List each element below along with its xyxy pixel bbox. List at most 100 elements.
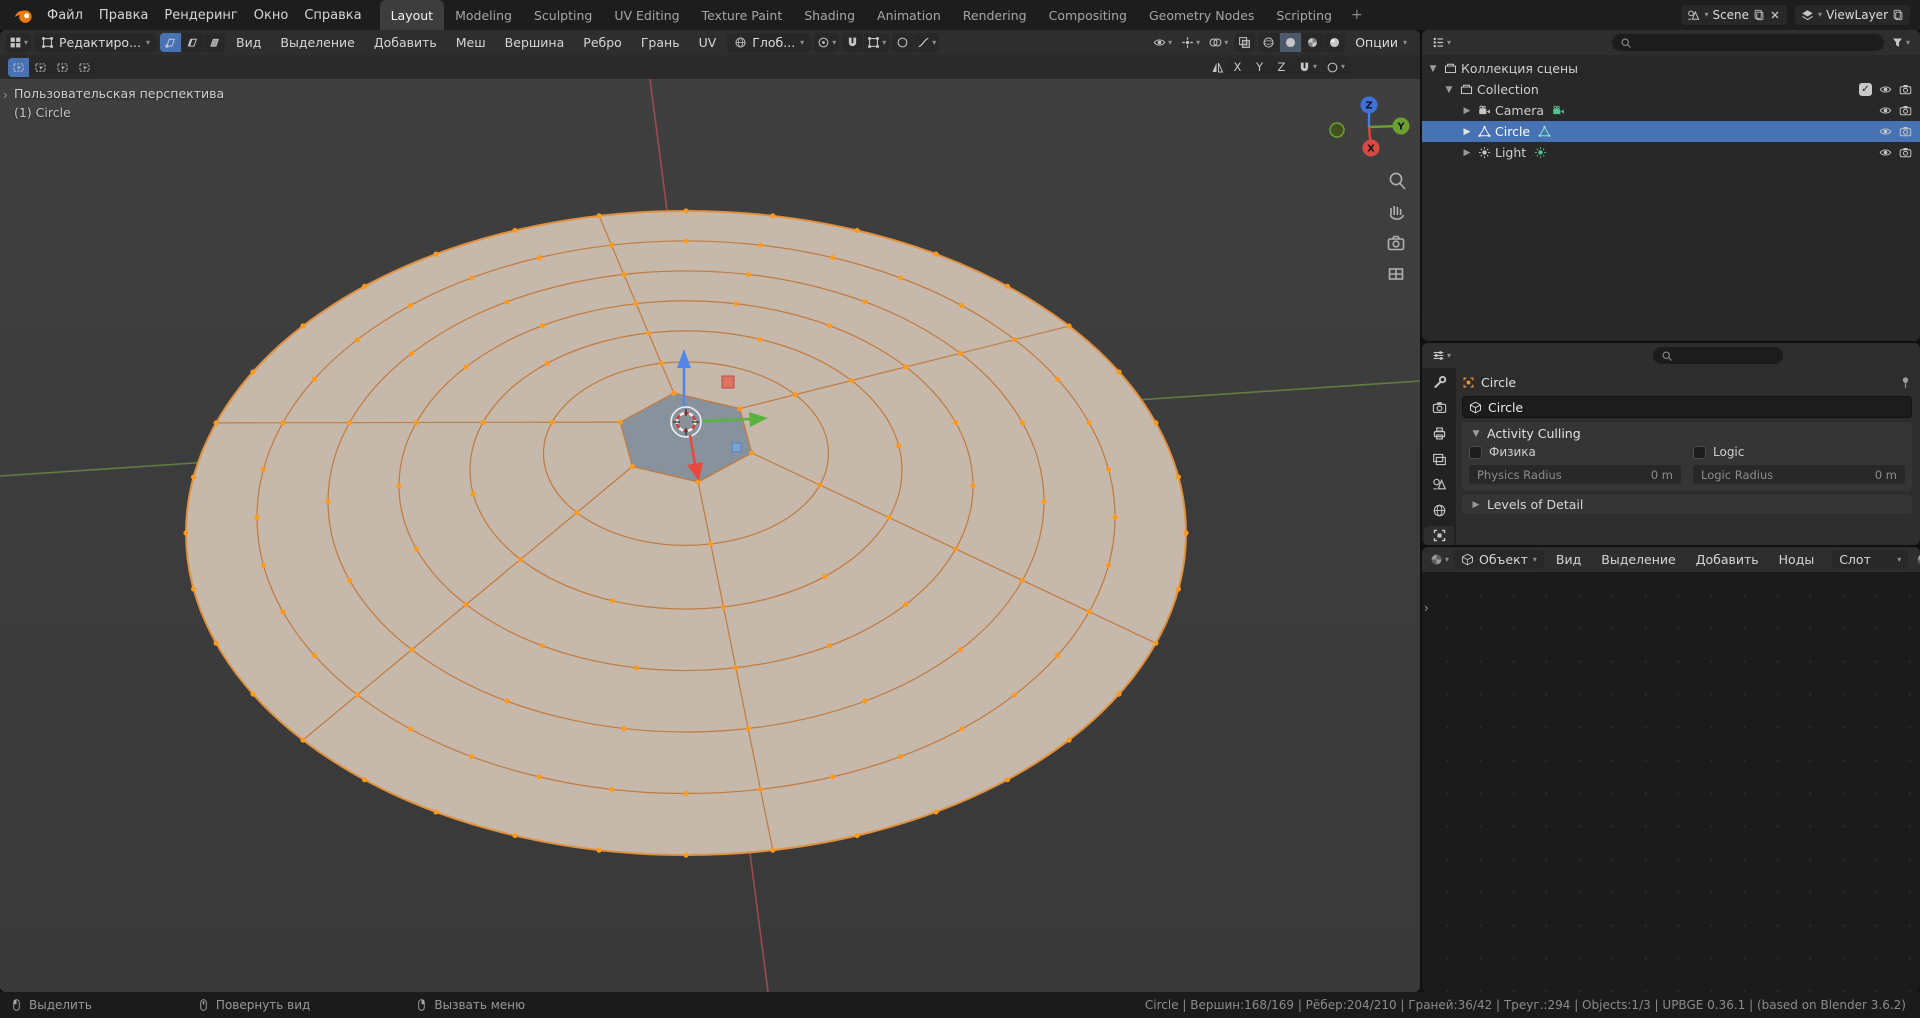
- logic-checkbox[interactable]: [1693, 446, 1706, 459]
- shader-mode-selector[interactable]: Объект ▾: [1454, 550, 1544, 569]
- render-visibility-camera-icon[interactable]: [1899, 83, 1912, 96]
- eye-icon[interactable]: [1879, 83, 1892, 96]
- outliner-display-mode-button[interactable]: ▾: [1429, 33, 1454, 52]
- move-view-button[interactable]: [1390, 206, 1403, 219]
- viewport-menu-vertex[interactable]: Вершина: [497, 35, 573, 50]
- menu-edit[interactable]: Правка: [91, 0, 156, 30]
- menu-file[interactable]: Файл: [39, 0, 91, 30]
- viewport-menu-view[interactable]: Вид: [228, 35, 269, 50]
- browse-material-icon[interactable]: [1916, 552, 1920, 567]
- tab-sculpting[interactable]: Sculpting: [523, 0, 603, 30]
- levels-of-detail-panel-header[interactable]: ▶ Levels of Detail: [1462, 495, 1912, 514]
- activity-culling-header[interactable]: ▼ Activity Culling: [1469, 424, 1905, 443]
- physics-radius-field[interactable]: Physics Radius 0 m: [1469, 465, 1681, 484]
- edge-select-button[interactable]: [182, 33, 203, 52]
- viewlayer-selector[interactable]: ▾ ViewLayer: [1795, 5, 1910, 25]
- mirror-z-button[interactable]: Z: [1271, 58, 1292, 77]
- disclosure-open-icon[interactable]: ▼: [1442, 85, 1456, 95]
- properties-search-input[interactable]: [1653, 347, 1783, 364]
- render-visibility-camera-icon[interactable]: [1899, 146, 1912, 159]
- render-visibility-camera-icon[interactable]: [1899, 104, 1912, 117]
- menu-help[interactable]: Справка: [296, 0, 369, 30]
- tab-scripting[interactable]: Scripting: [1265, 0, 1343, 30]
- tab-animation[interactable]: Animation: [866, 0, 952, 30]
- overlays-dropdown[interactable]: ▾: [1206, 33, 1231, 52]
- outliner-row-light[interactable]: ▶ Light: [1422, 142, 1920, 163]
- viewport-scene[interactable]: Z Y X: [0, 79, 1420, 992]
- menu-render[interactable]: Рендеринг: [156, 0, 245, 30]
- breadcrumb-object-name[interactable]: Circle: [1481, 375, 1516, 390]
- eye-icon[interactable]: [1879, 104, 1892, 117]
- physics-checkbox[interactable]: [1469, 446, 1482, 459]
- tab-world-properties[interactable]: [1424, 501, 1454, 520]
- shading-solid-button[interactable]: [1280, 33, 1301, 52]
- shading-material-button[interactable]: [1302, 33, 1323, 52]
- mirror-y-button[interactable]: Y: [1249, 58, 1270, 77]
- shader-menu-select[interactable]: Выделение: [1593, 552, 1683, 567]
- gizmo-plane-handle-z[interactable]: [732, 443, 741, 452]
- shader-node-area[interactable]: ›: [1422, 572, 1920, 992]
- render-visibility-camera-icon[interactable]: [1899, 125, 1912, 138]
- shading-rendered-button[interactable]: [1324, 33, 1345, 52]
- zoom-button[interactable]: [1390, 173, 1405, 189]
- pin-icon[interactable]: [1899, 376, 1912, 389]
- collection-checkbox[interactable]: ✓: [1859, 83, 1872, 96]
- outliner-row-circle[interactable]: ▶ Circle: [1422, 121, 1920, 142]
- viewport-canvas[interactable]: Z Y X: [0, 79, 1420, 992]
- shader-menu-view[interactable]: Вид: [1548, 552, 1589, 567]
- tab-uv-editing[interactable]: UV Editing: [603, 0, 690, 30]
- new-scene-icon[interactable]: [1753, 9, 1765, 21]
- object-visibility-dropdown[interactable]: ▾: [1150, 33, 1175, 52]
- proportional-edit-toggle[interactable]: [892, 33, 913, 52]
- tab-output-properties[interactable]: [1424, 424, 1454, 443]
- tab-tool-properties[interactable]: [1424, 373, 1454, 392]
- object-name-field[interactable]: Circle: [1462, 396, 1912, 418]
- viewport-menu-face[interactable]: Грань: [633, 35, 688, 50]
- tab-geometry-nodes[interactable]: Geometry Nodes: [1138, 0, 1265, 30]
- viewport-menu-select[interactable]: Выделение: [272, 35, 362, 50]
- blender-menu-button[interactable]: [8, 0, 39, 30]
- camera-view-button[interactable]: [1389, 237, 1404, 250]
- perspective-toggle-button[interactable]: [1390, 269, 1403, 279]
- tab-rendering[interactable]: Rendering: [952, 0, 1038, 30]
- outliner-row-scene-collection[interactable]: ▼ Коллекция сцены: [1422, 58, 1920, 79]
- properties-editor-type-button[interactable]: ▾: [1429, 346, 1454, 365]
- select-mode-new-button[interactable]: [8, 58, 29, 77]
- tab-layout[interactable]: Layout: [380, 0, 445, 30]
- toolbar-expand-arrow[interactable]: ›: [3, 89, 8, 101]
- tab-scene-properties[interactable]: [1424, 475, 1454, 494]
- snap-settings-dropdown[interactable]: ▾: [864, 33, 889, 52]
- editor-type-button[interactable]: ▾: [6, 33, 31, 52]
- tab-viewlayer-properties[interactable]: [1424, 450, 1454, 469]
- add-workspace-button[interactable]: +: [1343, 0, 1371, 30]
- eye-icon[interactable]: [1879, 125, 1892, 138]
- pivot-point-selector[interactable]: ▾: [814, 33, 839, 52]
- disclosure-open-icon[interactable]: ▼: [1426, 64, 1440, 74]
- tool-falloff-dropdown[interactable]: ▾: [1323, 58, 1348, 77]
- navigation-gizmo[interactable]: Z Y X: [1330, 97, 1410, 157]
- outliner-row-camera[interactable]: ▶ Camera: [1422, 100, 1920, 121]
- menu-window[interactable]: Окно: [246, 0, 297, 30]
- tab-texture-paint[interactable]: Texture Paint: [691, 0, 794, 30]
- gizmo-plane-handle-x[interactable]: [722, 376, 734, 388]
- select-mode-intersect-button[interactable]: [74, 58, 95, 77]
- viewport-menu-mesh[interactable]: Меш: [448, 35, 494, 50]
- vertex-select-button[interactable]: [160, 33, 181, 52]
- disclosure-closed-icon[interactable]: ▶: [1460, 106, 1474, 116]
- viewport-menu-uv[interactable]: UV: [691, 35, 725, 50]
- viewport-menu-add[interactable]: Добавить: [366, 35, 445, 50]
- tab-compositing[interactable]: Compositing: [1038, 0, 1138, 30]
- unlink-scene-icon[interactable]: [1769, 9, 1781, 21]
- shading-wireframe-button[interactable]: [1258, 33, 1279, 52]
- face-select-button[interactable]: [204, 33, 225, 52]
- shader-toolbar-expand-arrow[interactable]: ›: [1424, 602, 1429, 614]
- shader-menu-add[interactable]: Добавить: [1688, 552, 1767, 567]
- viewport-options-dropdown[interactable]: Опции ▾: [1348, 33, 1414, 52]
- outliner-row-collection[interactable]: ▼ Collection ✓: [1422, 79, 1920, 100]
- select-mode-extend-button[interactable]: [30, 58, 51, 77]
- tool-snap-dropdown[interactable]: ▾: [1295, 58, 1320, 77]
- scene-selector[interactable]: ▾ Scene: [1681, 5, 1787, 25]
- circle-mesh[interactable]: [183, 208, 1188, 857]
- outliner-filter-button[interactable]: ▾: [1888, 33, 1913, 52]
- eye-icon[interactable]: [1879, 146, 1892, 159]
